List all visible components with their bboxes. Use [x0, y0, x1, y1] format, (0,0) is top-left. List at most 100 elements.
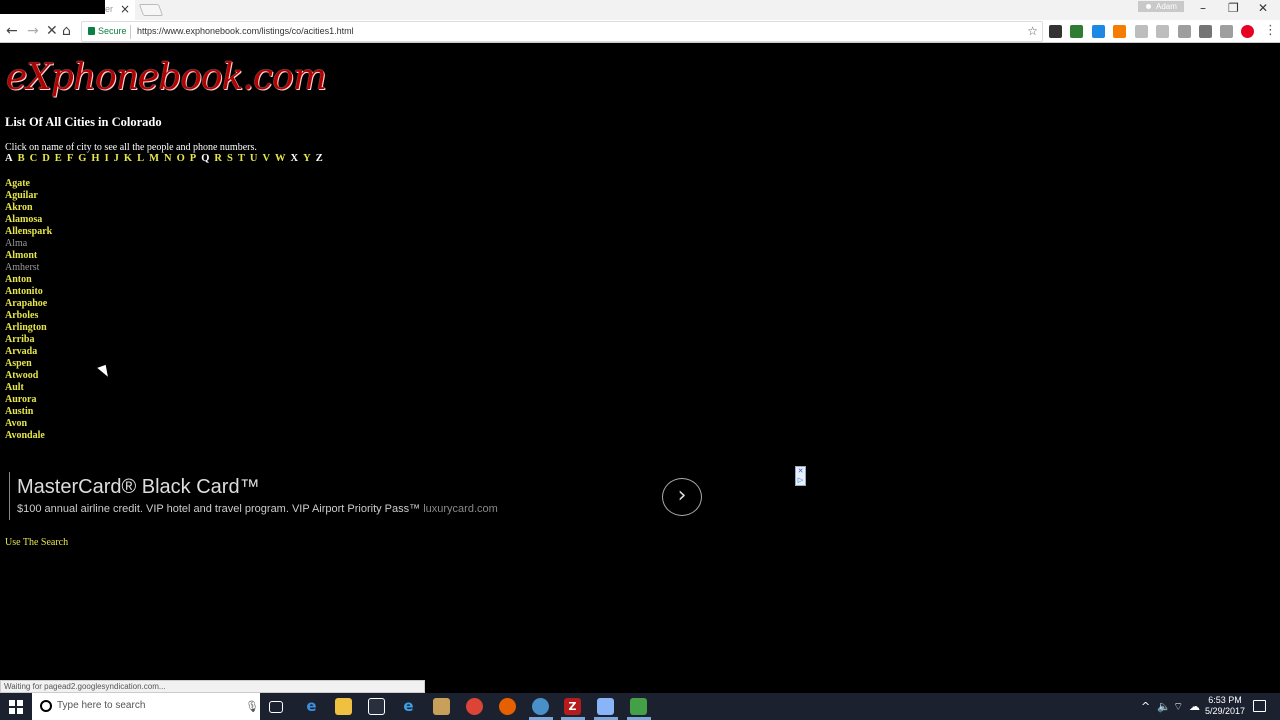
letter-link-z[interactable]: Z: [316, 153, 323, 164]
extension-icon[interactable]: [1135, 25, 1148, 38]
city-link-aspen[interactable]: Aspen: [5, 358, 52, 370]
ie-icon[interactable]: e: [400, 698, 417, 715]
letter-link-b[interactable]: B: [18, 153, 25, 164]
letter-link-o[interactable]: O: [177, 153, 185, 164]
adchoices-icon[interactable]: ✕ ▷: [795, 466, 806, 486]
letter-link-c[interactable]: C: [30, 153, 38, 164]
media-icon[interactable]: [433, 698, 450, 715]
taskbar-search[interactable]: Type here to search 🎙: [32, 693, 260, 720]
network-icon[interactable]: ⌔: [1173, 700, 1183, 714]
file-explorer-icon[interactable]: [335, 698, 352, 715]
city-link-avondale[interactable]: Avondale: [5, 430, 52, 442]
letter-link-n[interactable]: N: [164, 153, 172, 164]
clock[interactable]: 6:53 PM 5/29/2017: [1205, 695, 1245, 717]
letter-link-a[interactable]: A: [5, 153, 13, 164]
app-icon[interactable]: [630, 698, 647, 715]
window-icon[interactable]: [597, 698, 614, 715]
onedrive-icon[interactable]: ☁: [1189, 700, 1200, 713]
extension-icon[interactable]: [1156, 25, 1169, 38]
extension-icon[interactable]: [1220, 25, 1233, 38]
ad-arrow-icon[interactable]: ›: [662, 478, 702, 516]
city-link-avon[interactable]: Avon: [5, 418, 52, 430]
chrome-icon[interactable]: [466, 698, 483, 715]
letter-link-g[interactable]: G: [78, 153, 86, 164]
home-icon[interactable]: ⌂: [62, 23, 71, 39]
letter-link-j[interactable]: J: [114, 153, 119, 164]
extension-icon[interactable]: [1070, 25, 1083, 38]
letter-link-p[interactable]: P: [190, 153, 196, 164]
letter-link-m[interactable]: M: [149, 153, 159, 164]
star-icon[interactable]: ☆: [1027, 24, 1038, 38]
city-link-ault[interactable]: Ault: [5, 382, 52, 394]
city-link-arlington[interactable]: Arlington: [5, 322, 52, 334]
filezilla-icon[interactable]: Z: [564, 698, 581, 715]
tab-close-icon[interactable]: ×: [120, 2, 130, 16]
forward-icon[interactable]: →: [27, 23, 39, 39]
new-tab-button[interactable]: [138, 4, 164, 16]
stop-icon[interactable]: ✕: [46, 23, 58, 39]
letter-link-y[interactable]: Y: [303, 153, 311, 164]
city-link-allenspark[interactable]: Allenspark: [5, 226, 52, 238]
city-link-alamosa[interactable]: Alamosa: [5, 214, 52, 226]
city-link-arvada[interactable]: Arvada: [5, 346, 52, 358]
city-link-arapahoe[interactable]: Arapahoe: [5, 298, 52, 310]
letter-link-t[interactable]: T: [238, 153, 245, 164]
chrome-window-icon[interactable]: [532, 698, 549, 715]
active-tab[interactable]: er ×: [0, 0, 135, 20]
city-link-agate[interactable]: Agate: [5, 178, 52, 190]
letter-link-l[interactable]: L: [137, 153, 144, 164]
city-link-alma[interactable]: Alma: [5, 238, 52, 250]
city-link-akron[interactable]: Akron: [5, 202, 52, 214]
back-icon[interactable]: ←: [6, 23, 18, 39]
extension-icon[interactable]: [1113, 25, 1126, 38]
extension-icon[interactable]: [1199, 25, 1212, 38]
letter-link-s[interactable]: S: [227, 153, 233, 164]
apps-icon[interactable]: [1049, 25, 1062, 38]
profile-button[interactable]: Adam: [1138, 1, 1184, 12]
extension-icon[interactable]: [1178, 25, 1191, 38]
use-search-link[interactable]: Use The Search: [5, 537, 68, 548]
letter-link-v[interactable]: V: [262, 153, 270, 164]
city-link-almont[interactable]: Almont: [5, 250, 52, 262]
letter-link-q[interactable]: Q: [201, 153, 209, 164]
close-window-icon[interactable]: ✕: [1258, 1, 1268, 15]
letter-link-i[interactable]: I: [105, 153, 109, 164]
city-link-atwood[interactable]: Atwood: [5, 370, 52, 382]
city-link-aguilar[interactable]: Aguilar: [5, 190, 52, 202]
city-link-antonito[interactable]: Antonito: [5, 286, 52, 298]
store-icon[interactable]: [368, 698, 385, 715]
edge-icon[interactable]: e: [303, 698, 320, 715]
task-view-icon[interactable]: [269, 701, 283, 713]
letter-link-x[interactable]: X: [291, 153, 299, 164]
city-link-amherst[interactable]: Amherst: [5, 262, 52, 274]
chevron-up-icon[interactable]: ^: [1141, 700, 1150, 713]
notification-icon[interactable]: [1253, 700, 1266, 712]
site-logo[interactable]: eXphonebook.com: [6, 57, 327, 98]
extension-icon[interactable]: [1092, 25, 1105, 38]
city-link-arriba[interactable]: Arriba: [5, 334, 52, 346]
windows-start-icon[interactable]: [9, 700, 23, 714]
city-link-arboles[interactable]: Arboles: [5, 310, 52, 322]
letter-link-w[interactable]: W: [275, 153, 286, 164]
letter-link-f[interactable]: F: [67, 153, 73, 164]
url-text[interactable]: https://www.exphonebook.com/listings/co/…: [137, 26, 354, 36]
pinterest-icon[interactable]: [1241, 25, 1254, 38]
letter-link-r[interactable]: R: [214, 153, 222, 164]
city-link-aurora[interactable]: Aurora: [5, 394, 52, 406]
mic-icon[interactable]: 🎙: [245, 700, 259, 713]
letter-link-u[interactable]: U: [250, 153, 258, 164]
address-bar[interactable]: Secure https://www.exphonebook.com/listi…: [81, 21, 1043, 42]
restore-icon[interactable]: ❐: [1228, 1, 1239, 15]
city-link-austin[interactable]: Austin: [5, 406, 52, 418]
letter-link-k[interactable]: K: [124, 153, 132, 164]
letter-link-h[interactable]: H: [91, 153, 99, 164]
menu-icon[interactable]: ⋮: [1264, 23, 1277, 38]
letter-link-e[interactable]: E: [55, 153, 62, 164]
firefox-icon[interactable]: [499, 698, 516, 715]
city-link-anton[interactable]: Anton: [5, 274, 52, 286]
advertisement[interactable]: MasterCard® Black Card™ $100 annual airl…: [9, 466, 807, 522]
volume-icon[interactable]: 🔈: [1157, 700, 1171, 713]
minimize-icon[interactable]: –: [1200, 1, 1206, 15]
ad-title[interactable]: MasterCard® Black Card™: [17, 476, 260, 499]
letter-link-d[interactable]: D: [42, 153, 50, 164]
